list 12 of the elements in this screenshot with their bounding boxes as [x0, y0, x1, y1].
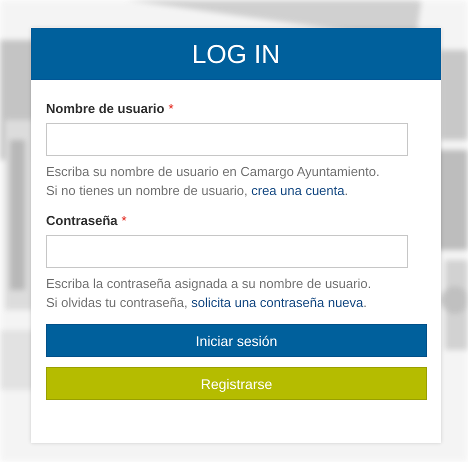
required-mark: *	[168, 101, 174, 116]
required-mark: *	[122, 213, 127, 228]
login-button[interactable]: Iniciar sesión	[46, 324, 427, 357]
field-label: Nombre de usuario	[46, 101, 164, 116]
help-text: Escriba su nombre de usuario en Camargo Ayuntamiento. Si no tienes un nombre de usuario, crea una cuenta.	[46, 163, 381, 200]
input-field[interactable]	[46, 123, 408, 156]
help-text: Escriba la contraseña asignada a su nombre de usuario. Si olvidas tu contraseña, solicita una contraseña nueva.	[46, 275, 372, 312]
help-link[interactable]: solicita una contraseña nueva	[191, 295, 364, 310]
login-title: LOG IN	[192, 38, 280, 70]
help-link[interactable]: crea una cuenta	[251, 183, 344, 198]
input-field[interactable]	[46, 235, 408, 268]
field-label: Contraseña	[46, 213, 118, 228]
